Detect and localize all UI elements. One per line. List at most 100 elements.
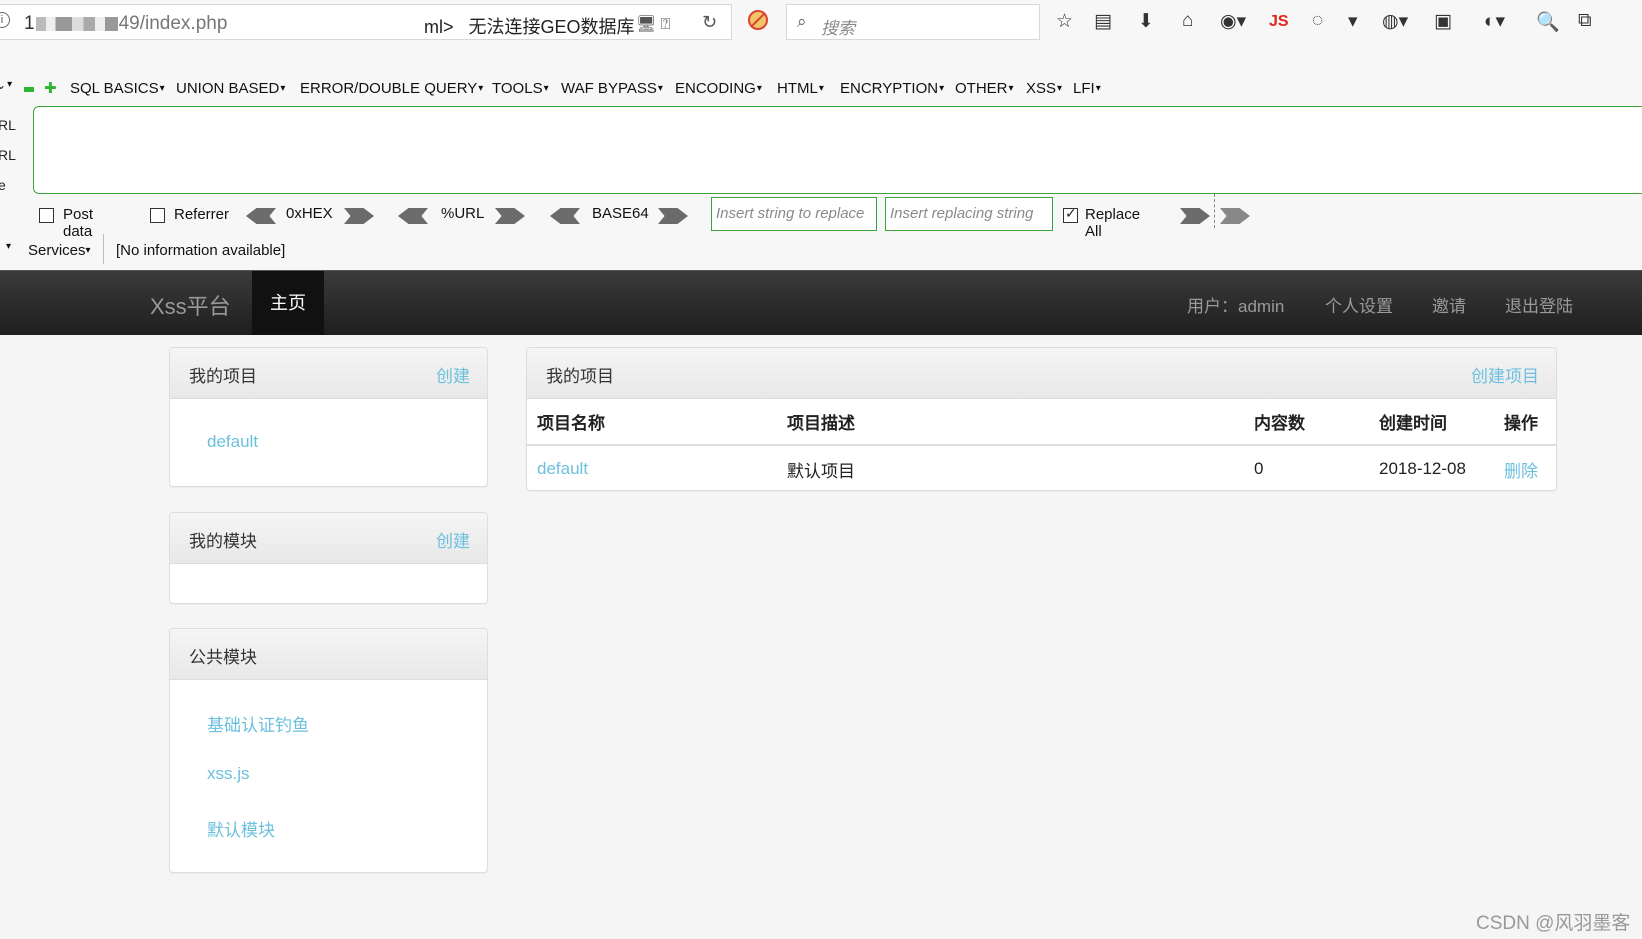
nav-invite[interactable]: 邀请 — [1432, 292, 1466, 317]
nav-user[interactable]: 用户：admin — [1187, 292, 1284, 317]
projects-table: 项目名称 项目描述 内容数 创建时间 操作 default 默认项目 0 201… — [527, 398, 1556, 492]
geo-status: ml> 无法连接GEO数据库 — [424, 17, 635, 37]
csdn-watermark: CSDN @风羽墨客 — [1476, 913, 1631, 934]
post-data-checkbox[interactable] — [39, 208, 54, 223]
module-link-xss-js[interactable]: xss.js — [207, 764, 250, 784]
hex-decode-arrow-icon[interactable] — [246, 208, 276, 224]
services-menu[interactable]: Services▾ — [28, 242, 91, 259]
referrer-checkbox[interactable] — [150, 208, 165, 223]
replace-all-label: Replace All — [1085, 206, 1141, 240]
nav-home-tab[interactable]: 主页 — [252, 271, 324, 335]
replace-all-checkbox[interactable] — [1063, 205, 1078, 223]
project-action-cell: 删除 — [1494, 445, 1556, 492]
browser-chrome: i 1 49/index.php ml> 无法连接GEO数据库 🖥 ⍰ ↻ ⌕ 搜… — [0, 0, 1642, 270]
divider — [1214, 194, 1215, 228]
replacing-string-input[interactable]: Insert replacing string — [885, 197, 1053, 231]
menu-error-double-query[interactable]: ERROR/DOUBLE QUERY — [300, 80, 483, 97]
menu-sql-basics[interactable]: SQL BASICS — [70, 80, 165, 97]
url-decode-arrow-icon[interactable] — [398, 208, 428, 224]
hackbar-collapse-icon[interactable]: ⌄ — [0, 78, 12, 92]
create-project-button[interactable]: 创建项目 — [1471, 362, 1539, 387]
projects-table-panel: 我的项目 创建项目 项目名称 项目描述 内容数 创建时间 操作 default … — [526, 347, 1557, 491]
project-name-cell: default — [527, 445, 777, 492]
site-info-icon[interactable]: 🖥 ⍰ — [636, 14, 670, 34]
replace-string-input[interactable]: Insert string to replace — [711, 197, 877, 231]
referrer-label: Referrer — [174, 206, 230, 223]
globe-icon[interactable]: ◉▾ — [1220, 10, 1246, 33]
plus-icon[interactable]: ✚ — [44, 79, 57, 97]
panel-header: 我的项目 创建 — [170, 348, 487, 399]
column-header-action: 操作 — [1494, 398, 1556, 446]
hex-encode-arrow-icon[interactable] — [344, 208, 374, 224]
url-label: %URL — [441, 205, 485, 222]
create-project-link[interactable]: 创建 — [436, 362, 470, 387]
public-modules-panel: 公共模块 基础认证钓鱼 xss.js 默认模块 — [169, 628, 488, 873]
zoom-icon[interactable]: 🔍 — [1536, 10, 1560, 34]
execute-label[interactable]: e — [0, 170, 16, 200]
hex-label: 0xHEX — [286, 205, 333, 222]
delete-project-link[interactable]: 删除 — [1504, 462, 1538, 481]
project-name-link[interactable]: default — [537, 459, 588, 478]
post-data-label: Post data — [63, 206, 94, 240]
url-bar[interactable]: i 1 49/index.php ml> 无法连接GEO数据库 🖥 ⍰ — [0, 4, 732, 40]
load-url-label[interactable]: RL — [0, 110, 16, 140]
menu-lfi[interactable]: LFI — [1073, 80, 1101, 97]
js-toggle-icon[interactable]: JS — [1269, 13, 1289, 31]
project-created-cell: 2018-12-08 — [1379, 459, 1466, 478]
minus-icon[interactable] — [24, 87, 34, 92]
panel-title: 我的模块 — [189, 532, 257, 551]
redacted-address — [35, 16, 118, 31]
split-url-label[interactable]: RL — [0, 140, 16, 170]
menu-encryption[interactable]: ENCRYPTION — [840, 80, 944, 97]
bookmark-star-icon[interactable]: ☆ — [1056, 10, 1073, 33]
column-header-count: 内容数 — [1244, 398, 1369, 446]
create-module-link[interactable]: 创建 — [436, 527, 470, 552]
translate-icon[interactable]: ◐▾ — [1484, 10, 1505, 33]
hackbar-url-textarea[interactable] — [33, 106, 1642, 194]
menu-encoding[interactable]: ENCODING — [675, 80, 762, 97]
module-link-basic-auth[interactable]: 基础认证钓鱼 — [207, 711, 309, 736]
menu-other[interactable]: OTHER — [955, 80, 1014, 97]
screenshot-icon[interactable]: ▣ — [1434, 10, 1452, 33]
replace-left-arrow-icon[interactable] — [1220, 208, 1250, 224]
menu-html[interactable]: HTML — [777, 80, 824, 97]
noscript-block-icon[interactable] — [748, 10, 768, 30]
palette-icon[interactable]: ◌ — [1312, 10, 1323, 32]
project-link-default[interactable]: default — [207, 432, 258, 452]
panel-title: 我的项目 — [546, 367, 614, 386]
dropdown-icon[interactable]: ▾ — [1348, 10, 1358, 33]
menu-union-based[interactable]: UNION BASED — [176, 80, 285, 97]
brand-logo[interactable]: Xss平台 — [150, 289, 231, 321]
home-icon[interactable]: ⌂ — [1182, 10, 1193, 32]
info-icon[interactable]: i — [0, 12, 10, 28]
search-icon: ⌕ — [797, 12, 807, 31]
base64-decode-arrow-icon[interactable] — [550, 208, 580, 224]
menu-tools[interactable]: TOOLS — [492, 80, 549, 97]
my-projects-panel: 我的项目 创建 default — [169, 347, 488, 487]
extension-icon[interactable]: ⧉ — [1578, 10, 1592, 32]
reading-list-icon[interactable]: ▤ — [1094, 10, 1112, 33]
nav-settings[interactable]: 个人设置 — [1325, 292, 1393, 317]
reload-icon[interactable]: ↻ — [702, 12, 717, 33]
table-header-row: 项目名称 项目描述 内容数 创建时间 操作 — [527, 398, 1556, 446]
replace-right-arrow-icon[interactable] — [1180, 208, 1210, 224]
module-link-default[interactable]: 默认模块 — [207, 816, 275, 841]
menu-waf-bypass[interactable]: WAF BYPASS — [561, 80, 663, 97]
search-input[interactable]: ⌕ 搜索 — [786, 4, 1040, 40]
base64-encode-arrow-icon[interactable] — [658, 208, 688, 224]
project-description-cell: 默认项目 — [787, 461, 855, 481]
menu-xss[interactable]: XSS — [1026, 80, 1062, 97]
nav-logout[interactable]: 退出登陆 — [1505, 292, 1573, 317]
panel-header: 公共模块 — [170, 629, 487, 680]
table-row: default 默认项目 0 2018-12-08 删除 — [527, 445, 1556, 492]
base64-label: BASE64 — [592, 205, 649, 222]
url-encode-arrow-icon[interactable] — [495, 208, 525, 224]
download-icon[interactable]: ⬇ — [1138, 10, 1154, 33]
panel-title: 公共模块 — [189, 648, 257, 667]
status-divider — [103, 234, 104, 264]
my-modules-panel: 我的模块 创建 — [169, 512, 488, 604]
dropdown-arrow-icon[interactable]: ▾ — [6, 241, 11, 252]
proxy-icon[interactable]: ◍▾ — [1382, 10, 1408, 33]
hackbar-side-labels: RL RL e — [0, 110, 16, 200]
app-navbar: Xss平台 主页 用户：admin 个人设置 邀请 退出登陆 — [0, 270, 1642, 335]
